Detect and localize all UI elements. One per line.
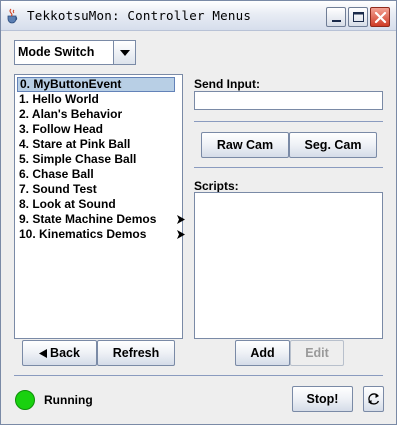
list-item[interactable]: 6. Chase Ball bbox=[17, 167, 175, 182]
list-item[interactable]: 2. Alan's Behavior bbox=[17, 107, 175, 122]
refresh-button-label: Refresh bbox=[112, 346, 160, 360]
separator bbox=[194, 121, 383, 122]
seg-cam-button[interactable]: Seg. Cam bbox=[289, 132, 377, 158]
list-item[interactable]: 9. State Machine Demos bbox=[17, 212, 185, 227]
list-item[interactable]: 8. Look at Sound bbox=[17, 197, 175, 212]
list-item[interactable]: 7. Sound Test bbox=[17, 182, 175, 197]
status-text: Running bbox=[44, 393, 93, 407]
list-item-label: 4. Stare at Pink Ball bbox=[19, 137, 131, 151]
mode-select-arrow[interactable] bbox=[113, 41, 135, 64]
list-item-label: 8. Look at Sound bbox=[19, 197, 116, 211]
mode-select-value: Mode Switch bbox=[18, 45, 95, 59]
add-script-label: Add bbox=[250, 346, 275, 360]
maximize-icon bbox=[353, 12, 364, 22]
scripts-list[interactable] bbox=[194, 192, 383, 339]
list-item-label: 0. MyButtonEvent bbox=[20, 77, 122, 91]
reconnect-button[interactable] bbox=[363, 386, 384, 412]
edit-script-label: Edit bbox=[305, 346, 329, 360]
list-item-label: 9. State Machine Demos bbox=[19, 212, 157, 226]
send-input-label: Send Input: bbox=[194, 77, 260, 91]
back-button-label: Back bbox=[50, 346, 80, 360]
mode-select[interactable]: Mode Switch bbox=[14, 40, 136, 65]
list-item[interactable]: 10. Kinematics Demos bbox=[17, 227, 185, 242]
list-item-label: 2. Alan's Behavior bbox=[19, 107, 123, 121]
minimize-button[interactable] bbox=[326, 7, 346, 27]
status-indicator bbox=[15, 390, 35, 410]
submenu-arrow-icon bbox=[177, 230, 185, 239]
list-item-label: 5. Simple Chase Ball bbox=[19, 152, 137, 166]
list-item-label: 1. Hello World bbox=[19, 92, 99, 106]
minimize-icon bbox=[332, 20, 341, 22]
window-title: TekkotsuMon: Controller Menus bbox=[27, 8, 252, 23]
list-item[interactable]: 5. Simple Chase Ball bbox=[17, 152, 175, 167]
raw-cam-label: Raw Cam bbox=[216, 138, 274, 152]
back-arrow-icon bbox=[39, 348, 48, 358]
list-item[interactable]: 3. Follow Head bbox=[17, 122, 175, 137]
maximize-button[interactable] bbox=[348, 7, 368, 27]
separator bbox=[194, 167, 383, 168]
raw-cam-button[interactable]: Raw Cam bbox=[201, 132, 289, 158]
dropdown-arrow-icon bbox=[120, 50, 130, 56]
submenu-arrow-icon bbox=[177, 215, 185, 224]
title-bar[interactable]: TekkotsuMon: Controller Menus bbox=[1, 1, 396, 31]
send-input-field[interactable] bbox=[194, 91, 383, 110]
list-item-label: 3. Follow Head bbox=[19, 122, 104, 136]
reconnect-icon bbox=[368, 393, 380, 405]
list-item[interactable]: 1. Hello World bbox=[17, 92, 175, 107]
list-item[interactable]: 0. MyButtonEvent bbox=[17, 77, 175, 92]
close-button[interactable] bbox=[370, 7, 390, 27]
java-cup-icon bbox=[6, 8, 20, 24]
scripts-label: Scripts: bbox=[194, 179, 239, 193]
menu-list[interactable]: 0. MyButtonEvent 1. Hello World 2. Alan'… bbox=[14, 74, 185, 339]
close-icon bbox=[374, 11, 387, 24]
separator bbox=[14, 375, 383, 376]
list-item-label: 6. Chase Ball bbox=[19, 167, 94, 181]
stop-button-label: Stop! bbox=[306, 392, 339, 406]
refresh-button[interactable]: Refresh bbox=[97, 340, 175, 366]
list-item-label: 7. Sound Test bbox=[19, 182, 97, 196]
stop-button[interactable]: Stop! bbox=[292, 386, 353, 412]
add-script-button[interactable]: Add bbox=[235, 340, 290, 366]
controller-window: TekkotsuMon: Controller Menus Mode Switc… bbox=[0, 0, 397, 425]
back-button[interactable]: Back bbox=[22, 340, 97, 366]
list-item-label: 10. Kinematics Demos bbox=[19, 227, 147, 241]
edit-script-button[interactable]: Edit bbox=[290, 340, 344, 366]
seg-cam-label: Seg. Cam bbox=[304, 138, 362, 152]
list-item[interactable]: 4. Stare at Pink Ball bbox=[17, 137, 175, 152]
